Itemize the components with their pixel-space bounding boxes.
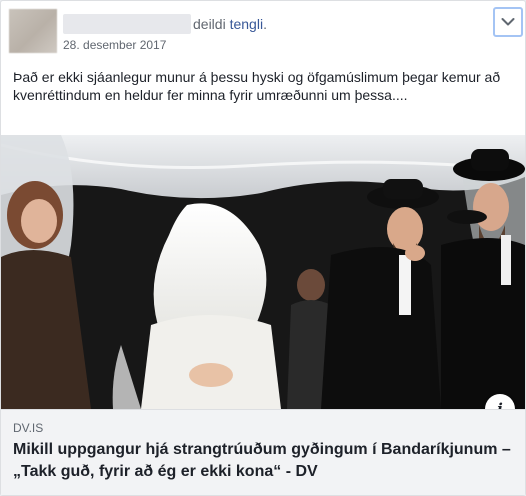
shared-line: deildi tengli. [193,15,267,33]
chevron-down-icon [501,18,515,26]
post-timestamp[interactable]: 28. desember 2017 [63,38,166,52]
post-text: Það er ekki sjáanlegur munur á þessu hys… [13,69,501,103]
post-header: deildi tengli. 28. desember 2017 [1,1,525,61]
shared-label: deildi [193,16,226,32]
link-preview-image[interactable]: i [1,135,525,409]
author-name-redacted[interactable] [63,14,191,34]
shared-link[interactable]: tengli [230,16,263,32]
link-headline[interactable]: Mikill uppgangur hjá strangtrúuðum gyðin… [13,439,513,483]
link-preview-caption[interactable]: DV.IS Mikill uppgangur hjá strangtrúuðum… [1,409,525,495]
link-domain: DV.IS [13,421,44,435]
post-options-button[interactable] [493,7,523,37]
wedding-photo [1,135,525,409]
avatar[interactable] [9,9,57,53]
shared-suffix: . [263,16,267,32]
feed-post: deildi tengli. 28. desember 2017 Það er … [0,0,526,496]
